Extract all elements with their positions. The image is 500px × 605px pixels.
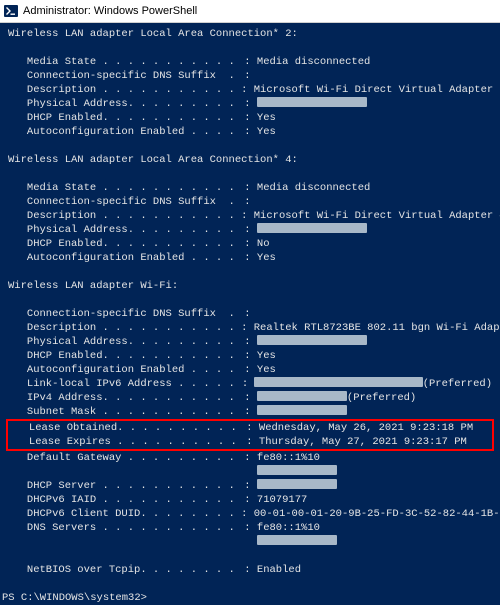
redacted-value: [257, 479, 337, 489]
output-line: Autoconfiguration Enabled . . . . : Yes: [0, 363, 500, 377]
output-line: Lease Expires . . . . . . . . . . : Thur…: [8, 435, 492, 449]
field-label: Physical Address. . . . . . . . .: [8, 223, 238, 237]
prompt[interactable]: PS C:\WINDOWS\system32>: [0, 591, 500, 605]
field-label: Physical Address. . . . . . . . .: [8, 335, 238, 349]
output-line: Subnet Mask . . . . . . . . . . . :: [0, 405, 500, 419]
field-label: Media State . . . . . . . . . . .: [8, 55, 238, 69]
redacted-value: [257, 535, 337, 545]
field-value: Microsoft Wi-Fi Direct Virtual Adapter: [254, 83, 493, 97]
field-suffix: (Preferred): [347, 391, 416, 405]
field-label: Physical Address. . . . . . . . .: [8, 97, 238, 111]
field-label: Description . . . . . . . . . . .: [8, 209, 235, 223]
field-value: Yes: [257, 363, 276, 377]
output-line: Autoconfiguration Enabled . . . . : Yes: [0, 251, 500, 265]
output-line: NetBIOS over Tcpip. . . . . . . . : Enab…: [0, 563, 500, 577]
field-value: No: [257, 237, 270, 251]
field-label: [8, 535, 238, 549]
field-value: Thursday, May 27, 2021 9:23:17 PM: [259, 435, 467, 449]
field-value: fe80::1%10: [257, 521, 320, 535]
field-value: Media disconnected: [257, 181, 370, 195]
field-value: Media disconnected: [257, 55, 370, 69]
field-label: Connection-specific DNS Suffix .: [8, 69, 238, 83]
output-line: Physical Address. . . . . . . . . :: [0, 97, 500, 111]
output-line: Default Gateway . . . . . . . . . : fe80…: [0, 451, 500, 465]
powershell-icon: [4, 4, 18, 18]
field-label: DHCPv6 IAID . . . . . . . . . . .: [8, 493, 238, 507]
window-title: Administrator: Windows PowerShell: [23, 4, 197, 18]
field-label: Lease Obtained. . . . . . . . . .: [10, 421, 240, 435]
output-line: DHCP Enabled. . . . . . . . . . . : Yes: [0, 349, 500, 363]
output-line: Media State . . . . . . . . . . . : Medi…: [0, 181, 500, 195]
field-label: Connection-specific DNS Suffix .: [8, 195, 238, 209]
section-header: Wireless LAN adapter Local Area Connecti…: [0, 27, 500, 41]
field-value: 00-01-00-01-20-9B-25-FD-3C-52-82-44-1B-1…: [254, 507, 500, 521]
section-header: Wireless LAN adapter Local Area Connecti…: [0, 153, 500, 167]
field-label: DHCP Enabled. . . . . . . . . . .: [8, 349, 238, 363]
output-line: Autoconfiguration Enabled . . . . : Yes: [0, 125, 500, 139]
field-label: DNS Servers . . . . . . . . . . .: [8, 521, 238, 535]
window-titlebar[interactable]: Administrator: Windows PowerShell: [0, 0, 500, 23]
field-label: Autoconfiguration Enabled . . . .: [8, 363, 238, 377]
field-label: Subnet Mask . . . . . . . . . . .: [8, 405, 238, 419]
terminal-output[interactable]: Wireless LAN adapter Local Area Connecti…: [0, 23, 500, 605]
field-label: IPv4 Address. . . . . . . . . . .: [8, 391, 238, 405]
field-value: 71079177: [257, 493, 307, 507]
redacted-value: [257, 391, 347, 401]
field-suffix: (Preferred): [423, 377, 492, 391]
redacted-value: [257, 465, 337, 475]
output-line: DNS Servers . . . . . . . . . . . : fe80…: [0, 521, 500, 535]
field-label: Media State . . . . . . . . . . .: [8, 181, 238, 195]
output-line: [0, 535, 500, 549]
output-line: Connection-specific DNS Suffix . :: [0, 195, 500, 209]
output-line: Description . . . . . . . . . . . : Real…: [0, 321, 500, 335]
output-line: DHCPv6 Client DUID. . . . . . . . : 00-0…: [0, 507, 500, 521]
field-label: DHCP Enabled. . . . . . . . . . .: [8, 237, 238, 251]
field-label: Autoconfiguration Enabled . . . .: [8, 251, 238, 265]
field-value: Microsoft Wi-Fi Direct Virtual Adapter #…: [254, 209, 500, 223]
output-line: Link-local IPv6 Address . . . . . : (Pre…: [0, 377, 500, 391]
field-label: Lease Expires . . . . . . . . . .: [10, 435, 240, 449]
field-value: Yes: [257, 111, 276, 125]
output-line: Description . . . . . . . . . . . : Micr…: [0, 83, 500, 97]
output-line: [0, 465, 500, 479]
output-line: DHCP Enabled. . . . . . . . . . . : Yes: [0, 111, 500, 125]
field-value: fe80::1%10: [257, 451, 320, 465]
field-value: Wednesday, May 26, 2021 9:23:18 PM: [259, 421, 473, 435]
field-label: Default Gateway . . . . . . . . .: [8, 451, 238, 465]
field-label: [8, 465, 238, 479]
field-label: DHCP Server . . . . . . . . . . .: [8, 479, 238, 493]
field-value: Yes: [257, 125, 276, 139]
redacted-value: [254, 377, 422, 387]
redacted-value: [257, 223, 367, 233]
field-label: Connection-specific DNS Suffix .: [8, 307, 238, 321]
field-label: Link-local IPv6 Address . . . . .: [8, 377, 236, 391]
output-line: Physical Address. . . . . . . . . :: [0, 223, 500, 237]
field-label: NetBIOS over Tcpip. . . . . . . .: [8, 563, 238, 577]
redacted-value: [257, 405, 347, 415]
section-header: Wireless LAN adapter Wi-Fi:: [0, 279, 500, 293]
field-label: DHCP Enabled. . . . . . . . . . .: [8, 111, 238, 125]
field-value: Yes: [257, 349, 276, 363]
field-value: Yes: [257, 251, 276, 265]
output-line: Description . . . . . . . . . . . : Micr…: [0, 209, 500, 223]
field-label: DHCPv6 Client DUID. . . . . . . .: [8, 507, 235, 521]
redacted-value: [257, 97, 367, 107]
output-line: Lease Obtained. . . . . . . . . . : Wedn…: [8, 421, 492, 435]
field-label: Autoconfiguration Enabled . . . .: [8, 125, 238, 139]
output-line: DHCPv6 IAID . . . . . . . . . . . : 7107…: [0, 493, 500, 507]
output-line: DHCP Server . . . . . . . . . . . :: [0, 479, 500, 493]
output-line: IPv4 Address. . . . . . . . . . . : (Pre…: [0, 391, 500, 405]
field-value: Realtek RTL8723BE 802.11 bgn Wi-Fi Adapt…: [254, 321, 500, 335]
redacted-value: [257, 335, 367, 345]
lease-highlight-box: Lease Obtained. . . . . . . . . . : Wedn…: [6, 419, 494, 451]
output-line: Media State . . . . . . . . . . . : Medi…: [0, 55, 500, 69]
output-line: Connection-specific DNS Suffix . :: [0, 69, 500, 83]
field-label: Description . . . . . . . . . . .: [8, 83, 235, 97]
output-line: Connection-specific DNS Suffix . :: [0, 307, 500, 321]
output-line: DHCP Enabled. . . . . . . . . . . : No: [0, 237, 500, 251]
field-value: Enabled: [257, 563, 301, 577]
field-label: Description . . . . . . . . . . .: [8, 321, 235, 335]
output-line: Physical Address. . . . . . . . . :: [0, 335, 500, 349]
